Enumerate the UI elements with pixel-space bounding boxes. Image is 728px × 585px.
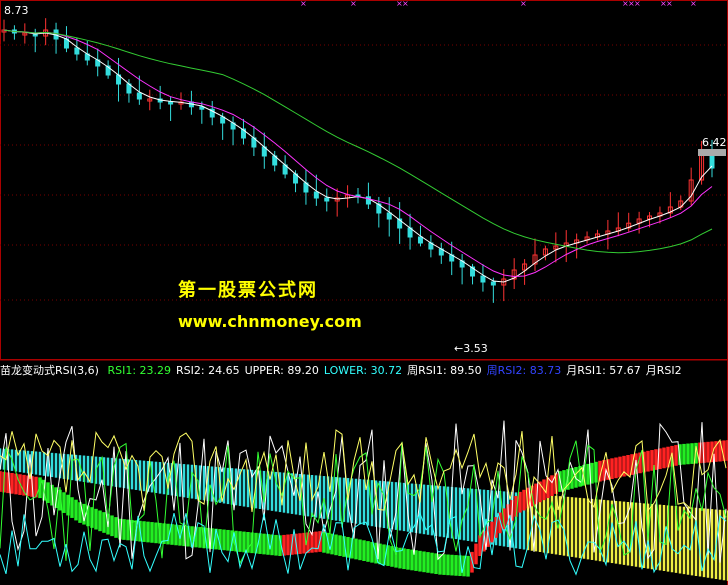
candle-body xyxy=(480,275,486,283)
signal-marker: × xyxy=(666,0,673,8)
signal-marker: × xyxy=(300,0,307,8)
ma-long-line xyxy=(3,29,713,254)
candle-body xyxy=(386,212,392,220)
last-price-label: 6.42 xyxy=(702,136,727,149)
watermark: 第一股票公式网 www.chnmoney.com xyxy=(178,276,438,331)
legend-item: RSI1: 23.29 xyxy=(107,364,172,377)
candle-body xyxy=(324,197,330,202)
high-price-label: 8.73 xyxy=(4,4,29,17)
candle-body xyxy=(168,101,174,105)
legend-item: RSI2: 24.65 xyxy=(176,364,240,377)
last-price-marker xyxy=(698,149,726,156)
candle-body xyxy=(313,191,319,199)
indicator-title: 苗龙变动式RSI(3,6) xyxy=(0,364,99,377)
signal-marker: × xyxy=(690,0,697,8)
legend-item: 月RSI2 xyxy=(645,364,682,377)
signal-marker: × xyxy=(402,0,409,8)
low-price-label: ←3.53 xyxy=(454,342,488,355)
candle-body xyxy=(417,236,423,244)
signal-marker: × xyxy=(520,0,527,8)
legend-item: LOWER: 30.72 xyxy=(323,364,403,377)
candle-body xyxy=(490,281,496,286)
legend-item: UPPER: 89.20 xyxy=(244,364,319,377)
signal-marker: × xyxy=(634,0,641,8)
legend-item: 周RSI1: 89.50 xyxy=(407,364,482,377)
watermark-url: www.chnmoney.com xyxy=(178,312,362,331)
legend-item: 月RSI1: 57.67 xyxy=(566,364,641,377)
indicator-legend: 苗龙变动式RSI(3,6) RSI1: 23.29 RSI2: 24.65 UPPE… xyxy=(0,362,728,378)
legend-item: 周RSI2: 83.73 xyxy=(486,364,562,377)
signal-marker: × xyxy=(350,0,357,8)
chart-window: 8.73 ←3.53 6.42 × × × × × × × × × × × 第一股票公式网 www.chn… xyxy=(0,0,728,585)
candle-body xyxy=(74,47,80,55)
candle-body xyxy=(136,92,142,100)
watermark-title: 第一股票公式网 xyxy=(178,280,318,301)
